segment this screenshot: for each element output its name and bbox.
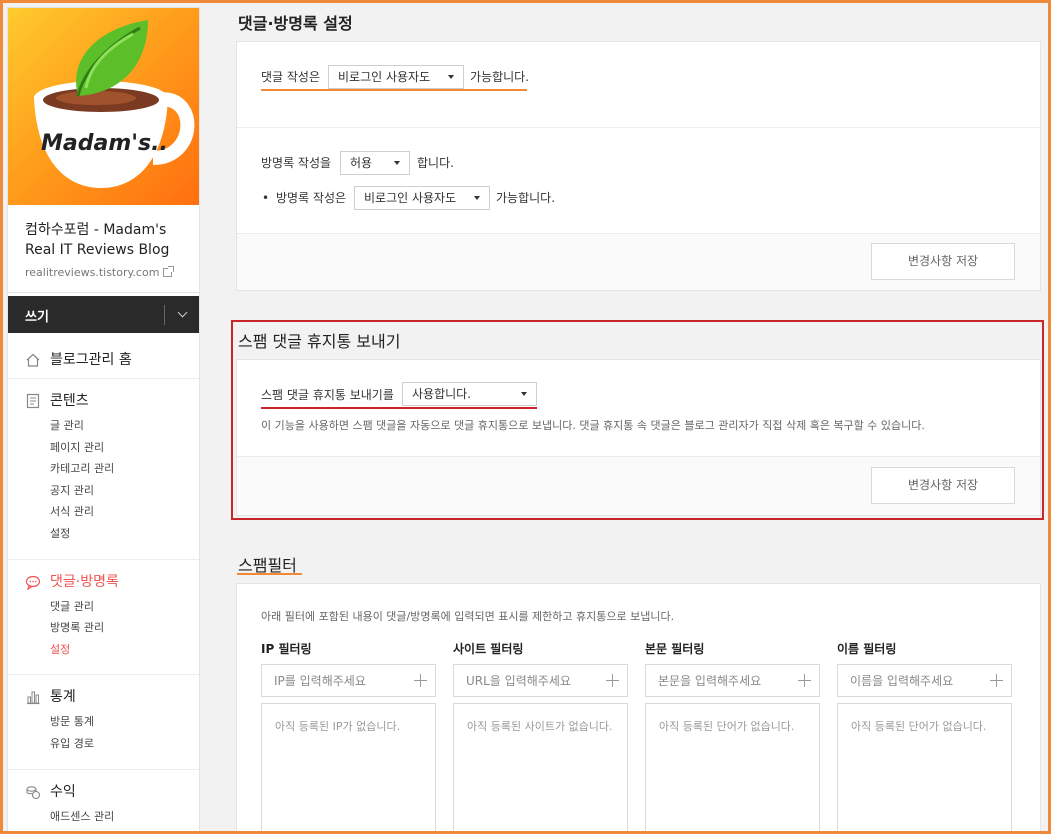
sidebar-subitem-content-settings[interactable]: 설정 xyxy=(50,523,199,545)
card-divider xyxy=(237,127,1040,128)
plus-icon[interactable] xyxy=(606,674,619,687)
caret-down-icon xyxy=(448,75,454,79)
sidebar-subitem-categories[interactable]: 카테고리 관리 xyxy=(50,458,199,480)
comment-settings-card: 댓글 작성은 비로그인 사용자도 가능합니다. 방명록 작성을 허용 합니다. … xyxy=(236,41,1041,291)
blog-url-text: realitreviews.tistory.com xyxy=(25,266,160,279)
chart-icon xyxy=(27,691,40,705)
nav-sub-contents: 글 관리 페이지 관리 카테고리 관리 공지 관리 서식 관리 설정 xyxy=(8,415,199,559)
sidebar-subitem-referrers[interactable]: 유입 경로 xyxy=(50,733,199,755)
write-bar: 쓰기 xyxy=(8,296,199,333)
sidebar-subitem-templates[interactable]: 서식 관리 xyxy=(50,501,199,523)
guestbook-allow-value: 허용 xyxy=(350,156,373,170)
filter-site-input[interactable] xyxy=(454,665,594,696)
comment-write-prefix: 댓글 작성은 xyxy=(261,70,321,84)
sidebar-subitem-comment-settings[interactable]: 설정 xyxy=(50,639,199,661)
filter-name-input[interactable] xyxy=(838,665,978,696)
save-comment-settings-button[interactable]: 변경사항 저장 xyxy=(871,243,1015,280)
sidebar-item-label: 통계 xyxy=(50,689,76,706)
plus-icon[interactable] xyxy=(990,674,1003,687)
guestbook-permission-value: 비로그인 사용자도 xyxy=(364,191,457,205)
spam-highlight-box xyxy=(231,320,1044,520)
guestbook-write-suffix: 가능합니다. xyxy=(496,191,556,205)
coin-icon xyxy=(26,785,41,799)
sidebar-item-label: 블로그관리 홈 xyxy=(50,352,132,368)
coffee-cup-logo-icon: Madam's.. xyxy=(34,20,195,188)
caret-down-icon xyxy=(474,196,480,200)
filter-name-list: 아직 등록된 단어가 없습니다. xyxy=(837,703,1012,834)
filter-body-empty: 아직 등록된 단어가 없습니다. xyxy=(659,720,795,733)
guestbook-bullet: • xyxy=(262,191,270,205)
external-link-icon xyxy=(163,266,175,277)
filter-columns: IP 필터링 아직 등록된 IP가 없습니다. 사이트 필터링 아직 등록된 사… xyxy=(261,640,1021,834)
filter-site-label: 사이트 필터링 xyxy=(453,642,524,656)
sidebar-item-home[interactable]: 블로그관리 홈 xyxy=(8,342,199,378)
logo-text: Madam's.. xyxy=(41,131,168,156)
filter-ip-empty: 아직 등록된 IP가 없습니다. xyxy=(275,720,401,733)
nav-section-revenue: 수익 애드센스 관리 xyxy=(8,774,199,833)
guestbook-allow-select[interactable]: 허용 xyxy=(340,151,410,175)
nav-sub-revenue: 애드센스 관리 xyxy=(8,806,199,833)
guestbook-write-prefix: 방명록 작성은 xyxy=(276,191,347,205)
sidebar: Madam's.. 컴하수포럼 - Madam's Real IT Review… xyxy=(7,7,200,834)
plus-icon[interactable] xyxy=(798,674,811,687)
plus-icon[interactable] xyxy=(414,674,427,687)
nav-sub-stats: 방문 통계 유입 경로 xyxy=(8,711,199,768)
filter-site-empty: 아직 등록된 사이트가 없습니다. xyxy=(467,720,613,733)
filter-site-list: 아직 등록된 사이트가 없습니다. xyxy=(453,703,628,834)
spam-filter-card: 아래 필터에 포함된 내용이 댓글/방명록에 입력되면 표시를 제한하고 휴지통… xyxy=(236,583,1041,834)
sidebar-item-comments[interactable]: 댓글·방명록 xyxy=(8,564,199,600)
document-icon xyxy=(26,393,40,409)
nav-section-home: 블로그관리 홈 xyxy=(8,342,199,379)
sidebar-subitem-guestbook-manage[interactable]: 방명록 관리 xyxy=(50,617,199,639)
blog-url[interactable]: realitreviews.tistory.com xyxy=(25,266,175,279)
sidebar-item-stats[interactable]: 통계 xyxy=(8,679,199,715)
sidebar-item-label: 댓글·방명록 xyxy=(50,573,119,590)
nav-section-contents: 콘텐츠 글 관리 페이지 관리 카테고리 관리 공지 관리 서식 관리 설정 xyxy=(8,383,199,560)
nav-section-comments: 댓글·방명록 댓글 관리 방명록 관리 설정 xyxy=(8,564,199,676)
caret-down-icon xyxy=(394,161,400,165)
comment-permission-select[interactable]: 비로그인 사용자도 xyxy=(328,65,464,89)
filter-body-input[interactable] xyxy=(646,665,786,696)
comment-icon xyxy=(25,575,41,590)
filter-name-field xyxy=(837,664,1012,697)
filter-site-field xyxy=(453,664,628,697)
write-divider xyxy=(164,305,165,325)
filter-name-label: 이름 필터링 xyxy=(837,642,897,656)
guestbook-suffix: 합니다. xyxy=(417,156,454,170)
spam-filter-description: 아래 필터에 포함된 내용이 댓글/방명록에 입력되면 표시를 제한하고 휴지통… xyxy=(261,610,675,623)
nav-section-stats: 통계 방문 통계 유입 경로 xyxy=(8,679,199,770)
comment-write-suffix: 가능합니다. xyxy=(470,70,530,84)
sidebar-nav: 블로그관리 홈 콘텐츠 글 관리 페이지 관리 카테고리 관리 공지 관리 서식… xyxy=(8,342,199,833)
filter-ip-list: 아직 등록된 IP가 없습니다. xyxy=(261,703,436,834)
blog-logo[interactable]: Madam's.. xyxy=(8,8,199,205)
comment-row-underline xyxy=(261,89,527,91)
filter-body-label: 본문 필터링 xyxy=(645,642,705,656)
nav-sub-comments: 댓글 관리 방명록 관리 설정 xyxy=(8,596,199,675)
filter-ip-input[interactable] xyxy=(262,665,402,696)
write-button[interactable]: 쓰기 xyxy=(25,306,49,325)
home-icon xyxy=(26,353,40,367)
guestbook-prefix: 방명록 작성을 xyxy=(261,156,332,170)
comment-permission-value: 비로그인 사용자도 xyxy=(338,70,431,84)
blog-info: 컴하수포럼 - Madam's Real IT Reviews Blog rea… xyxy=(8,205,199,293)
spam-filter-title-underline xyxy=(237,573,302,575)
filter-ip-field xyxy=(261,664,436,697)
guestbook-permission-select[interactable]: 비로그인 사용자도 xyxy=(354,186,490,210)
filter-ip-label: IP 필터링 xyxy=(261,642,312,656)
chevron-down-icon[interactable] xyxy=(174,306,192,324)
blog-title[interactable]: 컴하수포럼 - Madam's Real IT Reviews Blog xyxy=(25,220,195,260)
filter-body-list: 아직 등록된 단어가 없습니다. xyxy=(645,703,820,834)
filter-body-field xyxy=(645,664,820,697)
sidebar-item-label: 수익 xyxy=(50,783,76,800)
sidebar-subitem-notices[interactable]: 공지 관리 xyxy=(50,480,199,502)
sidebar-item-revenue[interactable]: 수익 xyxy=(8,774,199,810)
sidebar-subitem-pages[interactable]: 페이지 관리 xyxy=(50,437,199,459)
filter-name-empty: 아직 등록된 단어가 없습니다. xyxy=(851,720,987,733)
comment-settings-title: 댓글·방명록 설정 xyxy=(238,14,353,33)
sidebar-item-contents[interactable]: 콘텐츠 xyxy=(8,383,199,419)
sidebar-item-label: 콘텐츠 xyxy=(50,393,89,409)
